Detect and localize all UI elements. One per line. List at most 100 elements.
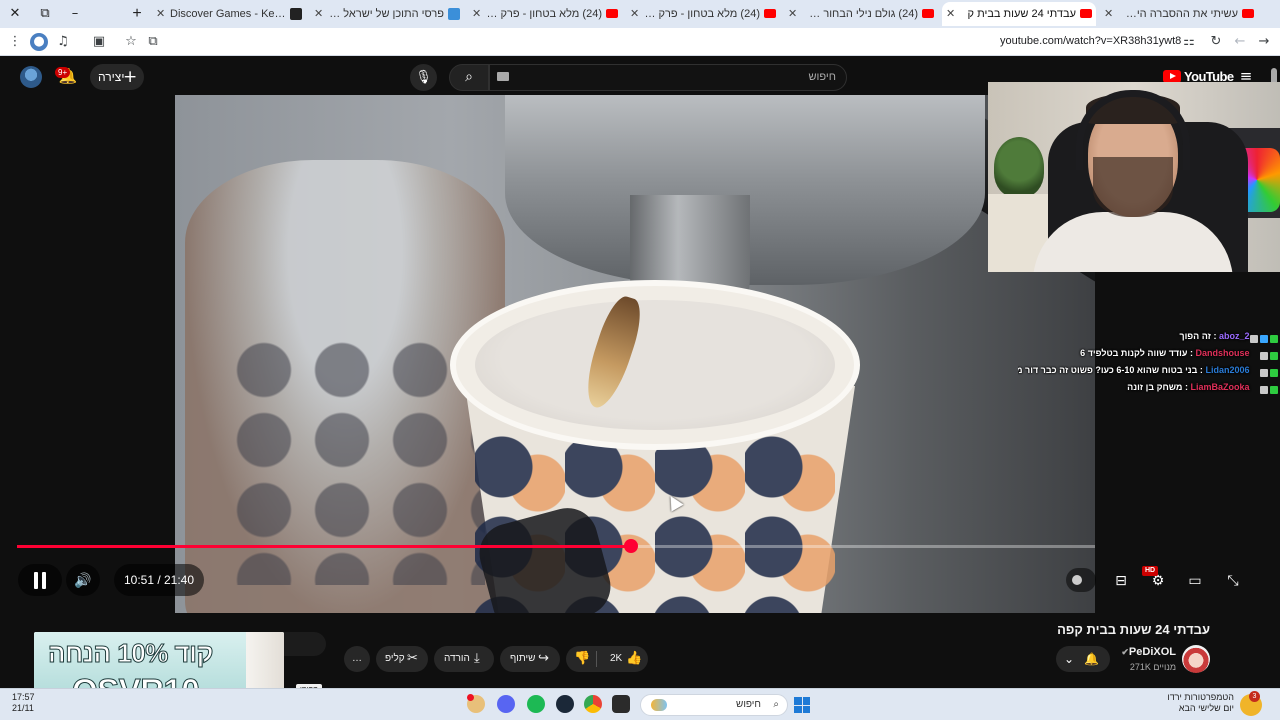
create-label: יצירה <box>98 70 125 84</box>
chrome-icon[interactable] <box>584 695 602 713</box>
minimize-window-icon[interactable]: – <box>64 4 86 24</box>
tab-close-icon[interactable]: ✕ <box>630 2 639 26</box>
dislike-icon[interactable]: 👎 <box>574 646 590 672</box>
chat-username: LiamBaZooka <box>1190 382 1250 392</box>
youtube-favicon-icon <box>922 9 934 18</box>
tab-label: (24) גולם נילי הבחור מושיק עפי <box>802 8 918 20</box>
search-button-icon[interactable]: ⌕ <box>449 64 489 91</box>
terminal-icon[interactable] <box>612 695 630 713</box>
spotify-icon[interactable] <box>527 695 545 713</box>
like-divider <box>596 651 597 667</box>
quality-badge: HD <box>1142 566 1159 576</box>
youtube-favicon-icon <box>1080 9 1092 18</box>
tab-3[interactable]: (24) מלא בטחון - פרק 1 - הכיר ✕ <box>626 2 780 26</box>
fullscreen-icon[interactable]: ⤡ <box>1222 570 1244 592</box>
subtitles-icon[interactable]: ⊟ <box>1110 570 1132 592</box>
browser-tabstrip: ✕ ⧉ – + עשיתי את ההסברה הישראלית ✕ עבדתי… <box>0 0 1280 28</box>
tab-1-active[interactable]: עבדתי 24 שעות בבית ק ✕ <box>942 2 1096 26</box>
browser-menu-icon[interactable]: ⋮ <box>6 33 24 51</box>
video-player[interactable] <box>175 95 1095 613</box>
chat-username: aboz_2 <box>1218 331 1250 341</box>
tab-close-icon[interactable]: ✕ <box>314 2 323 26</box>
translate-icon[interactable]: ⚏ <box>1180 33 1198 51</box>
tab-2[interactable]: (24) גולם נילי הבחור מושיק עפי ✕ <box>784 2 938 26</box>
chat-message: Dandshouse : עודד שווה לקנות בטלפיד 6 <box>1018 345 1280 361</box>
voice-search-mic-icon[interactable]: 🎙 <box>410 64 437 91</box>
account-avatar[interactable] <box>20 66 42 88</box>
plus-icon: + <box>123 67 138 87</box>
restore-window-icon[interactable]: ⧉ <box>34 4 56 24</box>
weather-widget[interactable]: הטמפרטורות ירדו יום שלישי הבא <box>1140 692 1234 714</box>
reload-icon[interactable]: ↻ <box>1207 33 1225 51</box>
tab-close-icon[interactable]: ✕ <box>946 2 955 26</box>
chat-text: : בני בטוח שהוא 6-10 כעו? פשוט זה כבר דו… <box>1018 365 1203 375</box>
taskbar-notification-dot <box>467 694 474 701</box>
autoplay-toggle[interactable] <box>1066 568 1096 592</box>
extensions-icon[interactable]: ▣ <box>90 33 108 51</box>
channel-avatar[interactable] <box>1182 645 1210 673</box>
notifications-badge: 9+ <box>55 67 71 78</box>
chat-message: Lidan2006 : בני בטוח שהוא 6-10 כעו? פשוט… <box>1018 362 1280 378</box>
screenshot-icon[interactable]: ⧉ <box>144 33 162 51</box>
tab-close-icon[interactable]: ✕ <box>156 2 165 26</box>
create-button[interactable]: + יצירה <box>90 64 144 90</box>
theater-mode-icon[interactable]: ▭ <box>1184 570 1206 592</box>
ad-headline: קוד 10% הנחה <box>47 638 214 669</box>
youtube-favicon-icon <box>764 9 776 18</box>
bell-icon: 🔔 <box>1084 652 1099 666</box>
tab-close-icon[interactable]: ✕ <box>788 2 797 26</box>
subscribed-button[interactable]: 🔔 ⌄ <box>1056 646 1110 672</box>
media-icon[interactable]: ♫ <box>54 33 72 51</box>
clip-label: קליפ <box>385 653 405 664</box>
taskbar-search[interactable]: חיפוש ⌕ <box>640 694 788 716</box>
tab-close-icon[interactable]: ✕ <box>1104 2 1113 26</box>
new-tab-button[interactable]: + <box>128 4 146 24</box>
steam-icon[interactable] <box>556 695 574 713</box>
tab-close-icon[interactable]: ✕ <box>472 2 481 26</box>
system-clock[interactable]: 17:57 21/11 <box>12 692 35 714</box>
tab-label: Discover Games - Keymailer <box>170 8 286 20</box>
tab-5[interactable]: פרסי התוכן של ישראל 2025 | ב ✕ <box>310 2 464 26</box>
back-icon[interactable]: → <box>1255 33 1273 51</box>
address-bar[interactable]: youtube.com/watch?v=XR38h31ywt8 <box>1000 35 1181 47</box>
like-icon[interactable]: 👍 <box>626 646 642 672</box>
close-window-icon[interactable]: ✕ <box>4 4 26 24</box>
tab-label: פרסי התוכן של ישראל 2025 | ב <box>328 8 444 20</box>
chat-username: Dandshouse <box>1195 348 1250 358</box>
clip-button[interactable]: קליפ ✂ <box>376 646 428 672</box>
autoplay-knob <box>1072 575 1082 585</box>
chat-badges-icon <box>1252 366 1278 377</box>
chat-badges-icon <box>1250 332 1278 343</box>
weather-badge: 3 <box>1249 691 1260 702</box>
video-cup-inside <box>475 300 835 430</box>
search-input[interactable]: חיפוש <box>489 64 847 91</box>
share-button[interactable]: שיתוף ↪ <box>500 646 560 672</box>
more-actions-button[interactable]: … <box>344 646 370 672</box>
time-display: 10:51 / 21:40 <box>114 564 204 596</box>
download-label: הורדה <box>444 653 470 664</box>
like-count: 2K <box>610 653 623 664</box>
bookmark-star-icon[interactable]: ☆ <box>122 33 140 51</box>
weather-subline: יום שלישי הבא <box>1178 703 1234 713</box>
profile-icon[interactable]: ● <box>30 33 48 51</box>
chat-username: Lidan2006 <box>1205 365 1250 375</box>
seek-bar[interactable] <box>17 539 1095 553</box>
taskbar-search-label: חיפוש <box>736 699 761 710</box>
keyboard-icon[interactable] <box>497 72 509 81</box>
tab-6[interactable]: Discover Games - Keymailer ✕ <box>152 2 306 26</box>
tab-4[interactable]: (24) מלא בטחון - פרק 2 - חול ✕ <box>468 2 622 26</box>
download-button[interactable]: הורדה ⤓ <box>434 646 494 672</box>
tab-0[interactable]: עשיתי את ההסברה הישראלית ✕ <box>1100 2 1258 26</box>
copilot-icon <box>651 699 667 711</box>
seek-bar-played <box>17 545 632 548</box>
weather-headline: הטמפרטורות ירדו <box>1167 692 1234 702</box>
windows-start-icon[interactable] <box>794 697 810 713</box>
download-icon: ⤓ <box>474 651 480 666</box>
chat-message: LiamBaZooka : משחק בן זונה <box>1018 379 1280 395</box>
pause-icon <box>33 572 47 589</box>
like-dislike-button[interactable]: 👎 2K 👍 <box>566 646 648 672</box>
chat-message: aboz_2 : זה הפוך <box>1018 328 1280 344</box>
forward-icon[interactable]: ← <box>1231 33 1249 51</box>
discord-icon[interactable] <box>497 695 515 713</box>
clock-time: 17:57 <box>12 692 35 702</box>
